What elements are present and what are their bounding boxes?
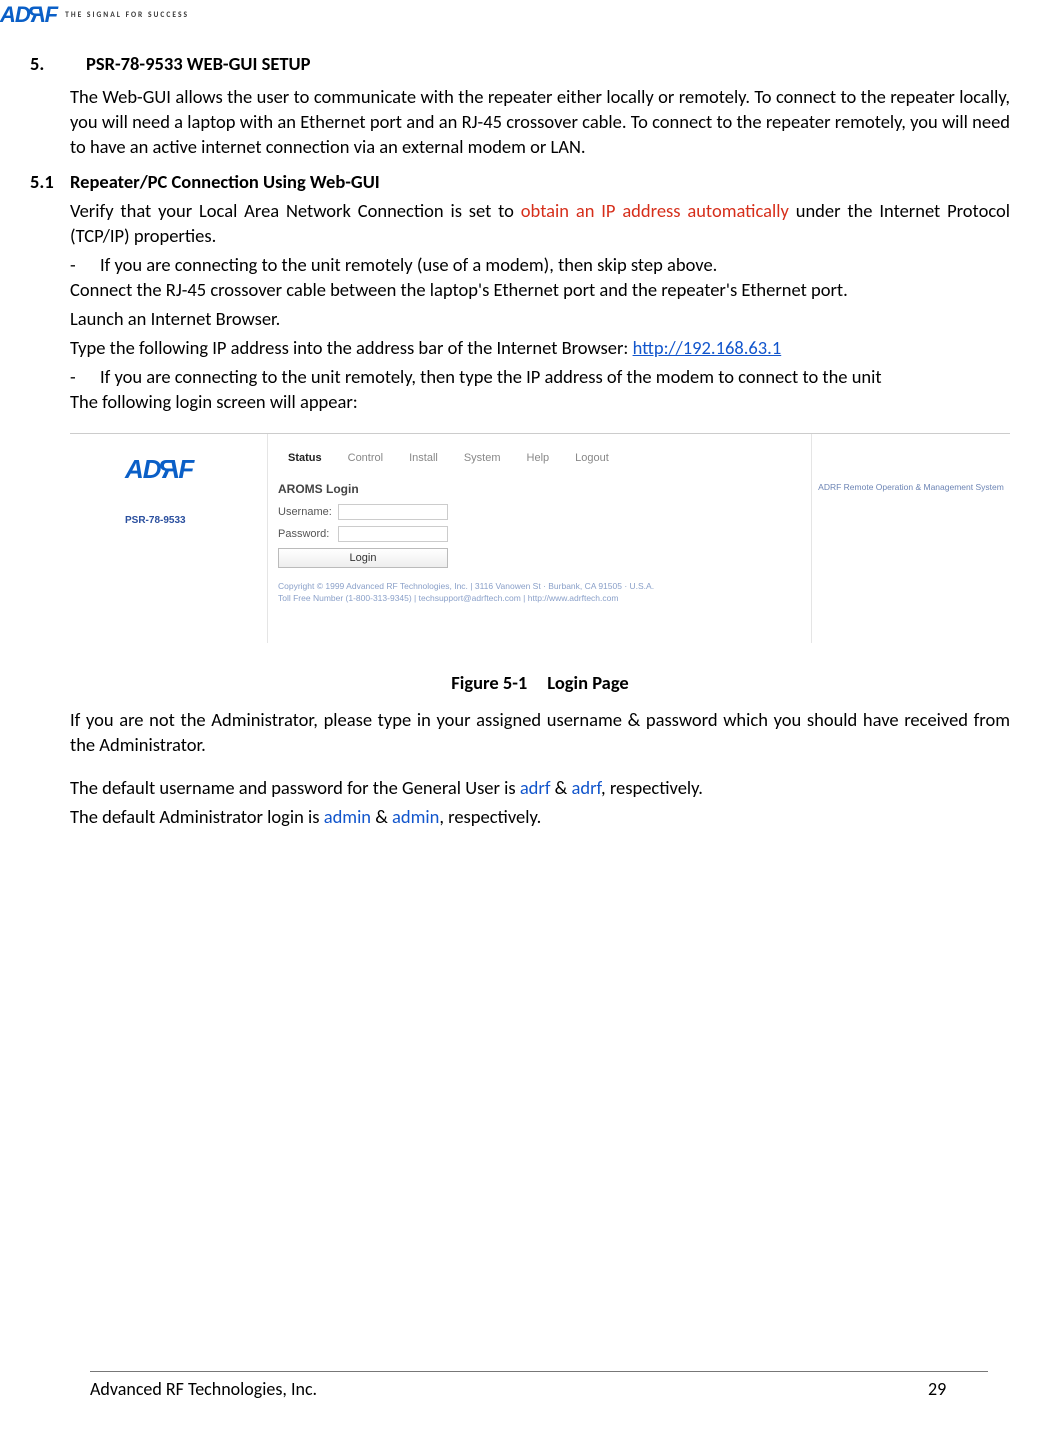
login-will-appear: The following login screen will appear: xyxy=(70,390,1010,415)
section-5-title: PSR-78-9533 WEB-GUI SETUP xyxy=(86,52,310,75)
section-5-intro: The Web-GUI allows the user to communica… xyxy=(70,85,1010,160)
username-label: Username: xyxy=(278,506,338,518)
figure-caption: Figure 5-1 Login Page xyxy=(70,671,1010,694)
section-5-number: 5. xyxy=(30,52,86,75)
post-admin-note: If you are not the Administrator, please… xyxy=(70,708,1010,758)
default-general-user: The default username and password for th… xyxy=(70,776,1010,801)
footer-company: Advanced RF Technologies, Inc. xyxy=(90,1378,928,1400)
screenshot-adrf-logo: ADRF xyxy=(125,454,253,485)
section-5-1-title: Repeater/PC Connection Using Web-GUI xyxy=(70,170,380,193)
adrf-logo: ADRF xyxy=(0,4,57,26)
tab-help[interactable]: Help xyxy=(527,452,550,464)
default-admin: The default Administrator login is admin… xyxy=(70,805,1010,830)
password-input[interactable] xyxy=(338,526,448,542)
figure-label: Figure 5-1 xyxy=(451,671,527,694)
tab-logout[interactable]: Logout xyxy=(575,452,609,464)
page-footer: Advanced RF Technologies, Inc. 29 xyxy=(90,1371,988,1400)
verify-line: Verify that your Local Area Network Conn… xyxy=(70,199,1010,249)
dash-remote-modem: - If you are connecting to the unit remo… xyxy=(70,365,1010,390)
obtain-ip-red: obtain an IP address automatically xyxy=(521,199,789,222)
dash-remote-skip: - If you are connecting to the unit remo… xyxy=(70,253,1010,278)
page-header: ADRF THE SIGNAL FOR SUCCESS xyxy=(0,4,1010,26)
admin-user: admin xyxy=(324,805,371,828)
admin-pass: admin xyxy=(392,805,439,828)
screenshot-main: Status Control Install System Help Logou… xyxy=(268,434,812,643)
screenshot-copyright: Copyright © 1999 Advanced RF Technologie… xyxy=(268,568,811,606)
password-label: Password: xyxy=(278,528,338,540)
section-5-1-number: 5.1 xyxy=(30,170,70,193)
tab-status[interactable]: Status xyxy=(288,452,322,464)
logo-tagline: THE SIGNAL FOR SUCCESS xyxy=(65,11,189,20)
screenshot-tabs: Status Control Install System Help Logou… xyxy=(268,452,811,464)
screenshot-sidebar: ADRF PSR-78-9533 xyxy=(70,434,268,643)
username-input[interactable] xyxy=(338,504,448,520)
login-screenshot: ADRF PSR-78-9533 Status Control Install … xyxy=(70,433,1010,643)
ip-link[interactable]: http://192.168.63.1 xyxy=(633,336,782,359)
connect-line: Connect the RJ-45 crossover cable betwee… xyxy=(70,278,1010,303)
section-5-heading: 5.PSR-78-9533 WEB-GUI SETUP xyxy=(30,52,1010,75)
screenshot-right-panel: ADRF Remote Operation & Management Syste… xyxy=(812,434,1010,643)
type-ip-line: Type the following IP address into the a… xyxy=(70,336,1010,361)
screenshot-model: PSR-78-9533 xyxy=(125,515,253,526)
tab-control[interactable]: Control xyxy=(348,452,383,464)
tab-install[interactable]: Install xyxy=(409,452,438,464)
footer-page-number: 29 xyxy=(928,1378,988,1400)
login-button[interactable]: Login xyxy=(278,548,448,568)
launch-line: Launch an Internet Browser. xyxy=(70,307,1010,332)
tab-system[interactable]: System xyxy=(464,452,501,464)
gen-pass: adrf xyxy=(571,776,601,799)
aroms-login-title: AROMS Login xyxy=(268,482,811,496)
section-5-1-heading: 5.1Repeater/PC Connection Using Web-GUI xyxy=(30,170,1010,193)
figure-title: Login Page xyxy=(547,671,628,694)
gen-user: adrf xyxy=(520,776,551,799)
